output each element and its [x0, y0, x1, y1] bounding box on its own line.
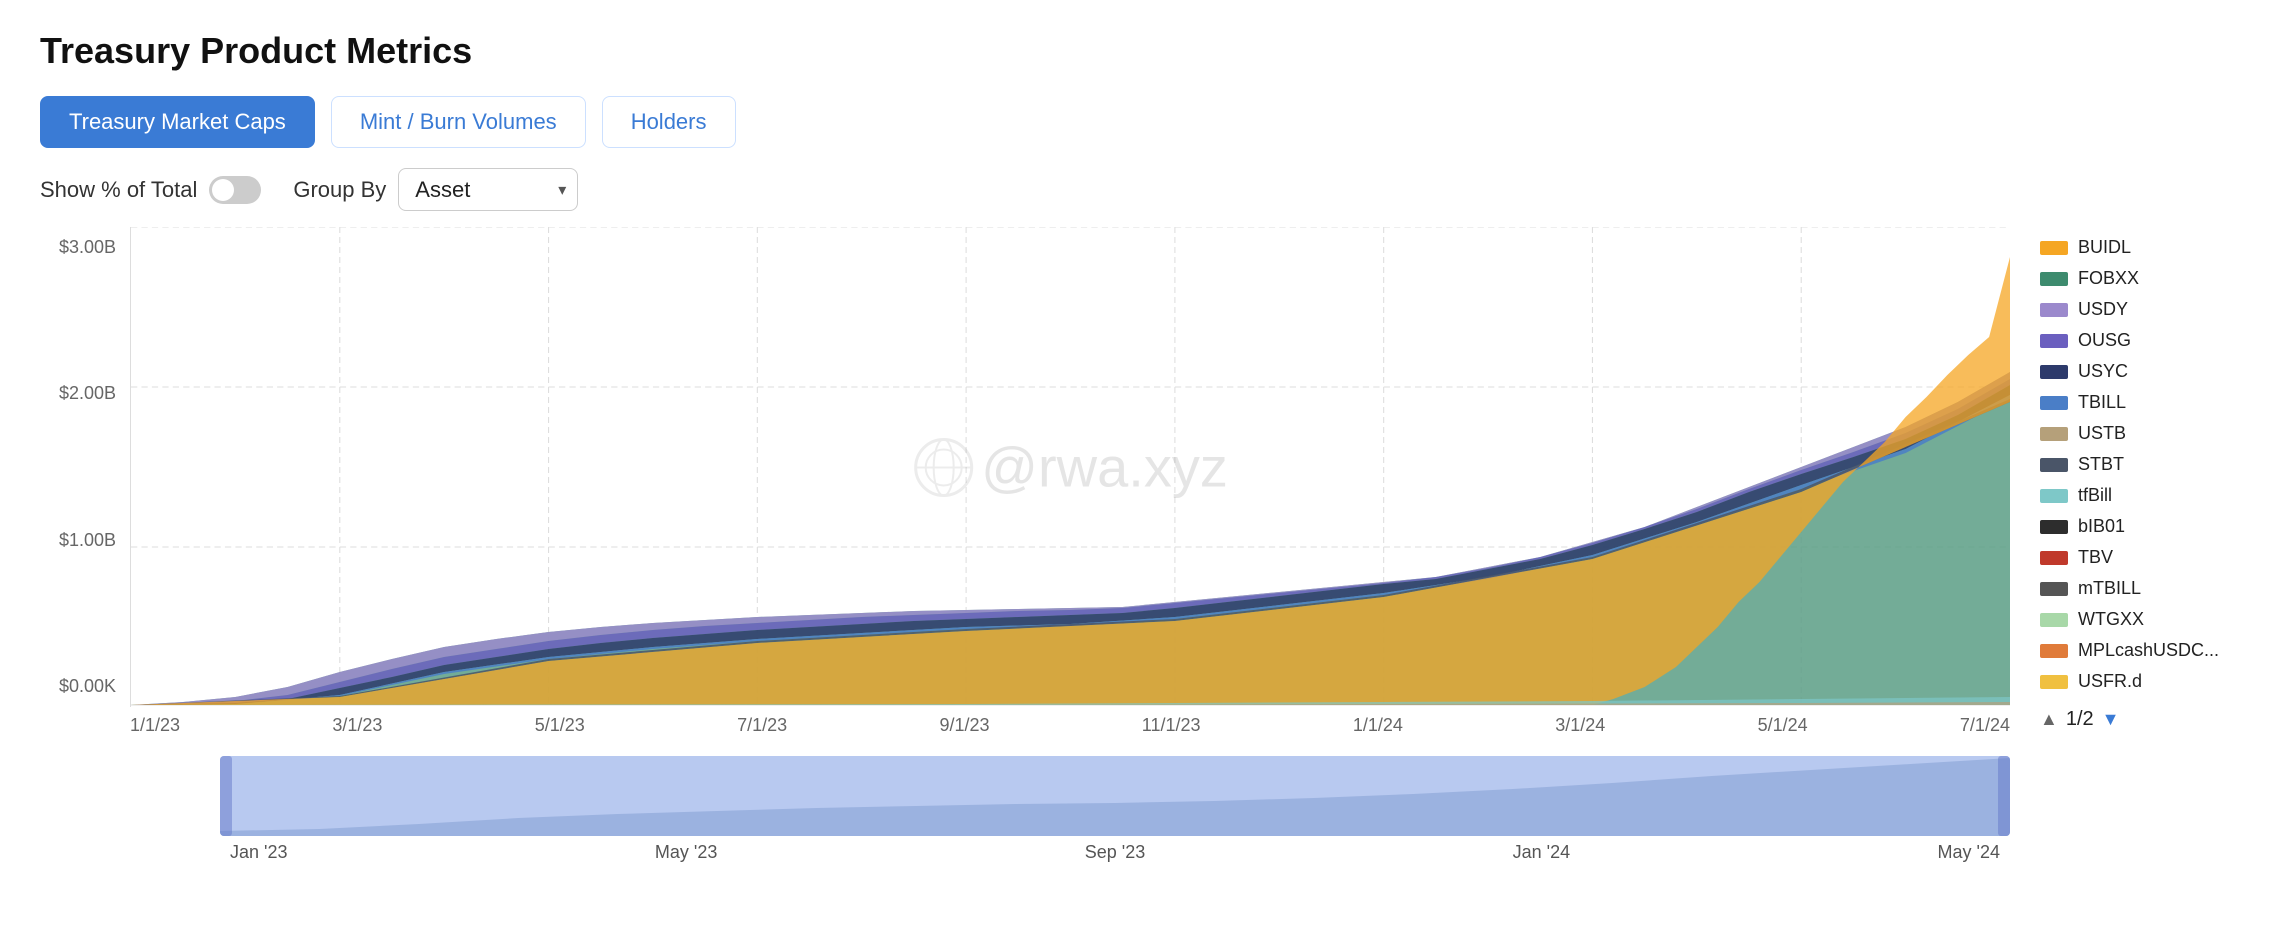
- legend-item-mTBILL: mTBILL: [2040, 578, 2230, 599]
- mini-chart-wrapper: Jan '23 May '23 Sep '23 Jan '24 May '24: [220, 756, 2010, 863]
- page-down-arrow[interactable]: ▼: [2102, 709, 2120, 730]
- show-percent-toggle[interactable]: [209, 176, 261, 204]
- legend-label-tfBill: tfBill: [2078, 485, 2112, 506]
- legend-color-USDY: [2040, 303, 2068, 317]
- legend-label-USFRd: USFR.d: [2078, 671, 2142, 692]
- legend-color-tfBill: [2040, 489, 2068, 503]
- x-axis-label: 1/1/23: [130, 715, 180, 736]
- show-percent-label: Show % of Total: [40, 177, 197, 203]
- main-chart-section: $3.00B $2.00B $1.00B $0.00K @rwa.xyz: [40, 227, 2230, 863]
- legend-label-MPLcashUSDC: MPLcashUSDC...: [2078, 640, 2219, 661]
- y-axis-label: $3.00B: [40, 237, 116, 258]
- x-axis: 1/1/23 3/1/23 5/1/23 7/1/23 9/1/23 11/1/23 1/1…: [130, 707, 2010, 736]
- legend-label-USTB: USTB: [2078, 423, 2126, 444]
- legend-item-tfBill: tfBill: [2040, 485, 2230, 506]
- pagination: ▲ 1/2 ▼: [2040, 708, 2230, 731]
- mini-chart-label: May '23: [655, 842, 717, 863]
- y-axis-label: $0.00K: [40, 676, 116, 697]
- legend-label-USYC: USYC: [2078, 361, 2128, 382]
- mini-chart[interactable]: [220, 756, 2010, 836]
- group-by-row: Group By AssetProtocolChain ▾: [293, 168, 578, 211]
- legend-color-BUIDL: [2040, 241, 2068, 255]
- mini-chart-label: Jan '24: [1513, 842, 1570, 863]
- legend-color-bIB01: [2040, 520, 2068, 534]
- legend-item-OUSG: OUSG: [2040, 330, 2230, 351]
- page-title: Treasury Product Metrics: [40, 30, 2230, 72]
- controls-row: Show % of Total Group By AssetProtocolCh…: [40, 168, 2230, 211]
- legend-item-USTB: USTB: [2040, 423, 2230, 444]
- tab-mint-burn-volumes[interactable]: Mint / Burn Volumes: [331, 96, 586, 148]
- legend-color-mTBILL: [2040, 582, 2068, 596]
- legend-color-FOBXX: [2040, 272, 2068, 286]
- legend-item-BUIDL: BUIDL: [2040, 237, 2230, 258]
- legend-color-WTGXX: [2040, 613, 2068, 627]
- legend-label-WTGXX: WTGXX: [2078, 609, 2144, 630]
- mini-chart-label: Sep '23: [1085, 842, 1146, 863]
- mini-chart-right-handle[interactable]: [1998, 756, 2010, 836]
- legend-item-bIB01: bIB01: [2040, 516, 2230, 537]
- legend-color-USTB: [2040, 427, 2068, 441]
- legend-color-USYC: [2040, 365, 2068, 379]
- legend-color-OUSG: [2040, 334, 2068, 348]
- legend-label-bIB01: bIB01: [2078, 516, 2125, 537]
- y-axis-label: $2.00B: [40, 383, 116, 404]
- mini-chart-section: Jan '23 May '23 Sep '23 Jan '24 May '24: [130, 756, 2010, 863]
- x-axis-label: 7/1/24: [1960, 715, 2010, 736]
- x-axis-label: 1/1/24: [1353, 715, 1403, 736]
- x-axis-label: 9/1/23: [939, 715, 989, 736]
- show-percent-toggle-label: Show % of Total: [40, 176, 261, 204]
- chart-svg: @rwa.xyz: [130, 227, 2010, 707]
- legend-item-MPLcashUSDC: MPLcashUSDC...: [2040, 640, 2230, 661]
- legend-label-mTBILL: mTBILL: [2078, 578, 2141, 599]
- legend-color-TBV: [2040, 551, 2068, 565]
- x-axis-label: 11/1/23: [1142, 715, 1201, 736]
- legend-label-TBILL: TBILL: [2078, 392, 2126, 413]
- legend-label-OUSG: OUSG: [2078, 330, 2131, 351]
- legend-color-TBILL: [2040, 396, 2068, 410]
- legend-color-STBT: [2040, 458, 2068, 472]
- x-axis-label: 3/1/23: [332, 715, 382, 736]
- mini-chart-label: May '24: [1938, 842, 2000, 863]
- page-indicator: 1/2: [2066, 708, 2094, 731]
- group-by-select-wrapper: AssetProtocolChain ▾: [398, 168, 578, 211]
- group-by-label: Group By: [293, 177, 386, 203]
- legend-item-TBILL: TBILL: [2040, 392, 2230, 413]
- tab-holders[interactable]: Holders: [602, 96, 736, 148]
- legend-color-USFRd: [2040, 675, 2068, 689]
- y-axis: $3.00B $2.00B $1.00B $0.00K: [40, 227, 130, 707]
- y-axis-label: $1.00B: [40, 530, 116, 551]
- legend-label-FOBXX: FOBXX: [2078, 268, 2139, 289]
- legend-item-USDY: USDY: [2040, 299, 2230, 320]
- group-by-select[interactable]: AssetProtocolChain: [398, 168, 578, 211]
- legend-label-USDY: USDY: [2078, 299, 2128, 320]
- legend-item-TBV: TBV: [2040, 547, 2230, 568]
- legend-label-STBT: STBT: [2078, 454, 2124, 475]
- legend-label-BUIDL: BUIDL: [2078, 237, 2131, 258]
- x-axis-label: 5/1/24: [1758, 715, 1808, 736]
- x-axis-label: 3/1/24: [1555, 715, 1605, 736]
- tab-treasury-market-caps[interactable]: Treasury Market Caps: [40, 96, 315, 148]
- legend-item-FOBXX: FOBXX: [2040, 268, 2230, 289]
- legend-item-USFRd: USFR.d: [2040, 671, 2230, 692]
- x-axis-label: 5/1/23: [535, 715, 585, 736]
- legend-color-MPLcashUSDC: [2040, 644, 2068, 658]
- chart-legend: BUIDL FOBXX USDY OUSG USYC TBILL USTB STBT tfBil…: [2010, 227, 2230, 863]
- legend-item-USYC: USYC: [2040, 361, 2230, 382]
- mini-chart-label: Jan '23: [230, 842, 287, 863]
- chart-and-xaxis: @rwa.xyz: [130, 227, 2010, 863]
- legend-item-STBT: STBT: [2040, 454, 2230, 475]
- legend-label-TBV: TBV: [2078, 547, 2113, 568]
- mini-chart-labels: Jan '23 May '23 Sep '23 Jan '24 May '24: [220, 842, 2010, 863]
- mini-chart-left-handle[interactable]: [220, 756, 232, 836]
- legend-item-WTGXX: WTGXX: [2040, 609, 2230, 630]
- toolbar: Treasury Market Caps Mint / Burn Volumes H…: [40, 96, 2230, 148]
- page-up-arrow[interactable]: ▲: [2040, 709, 2058, 730]
- x-axis-label: 7/1/23: [737, 715, 787, 736]
